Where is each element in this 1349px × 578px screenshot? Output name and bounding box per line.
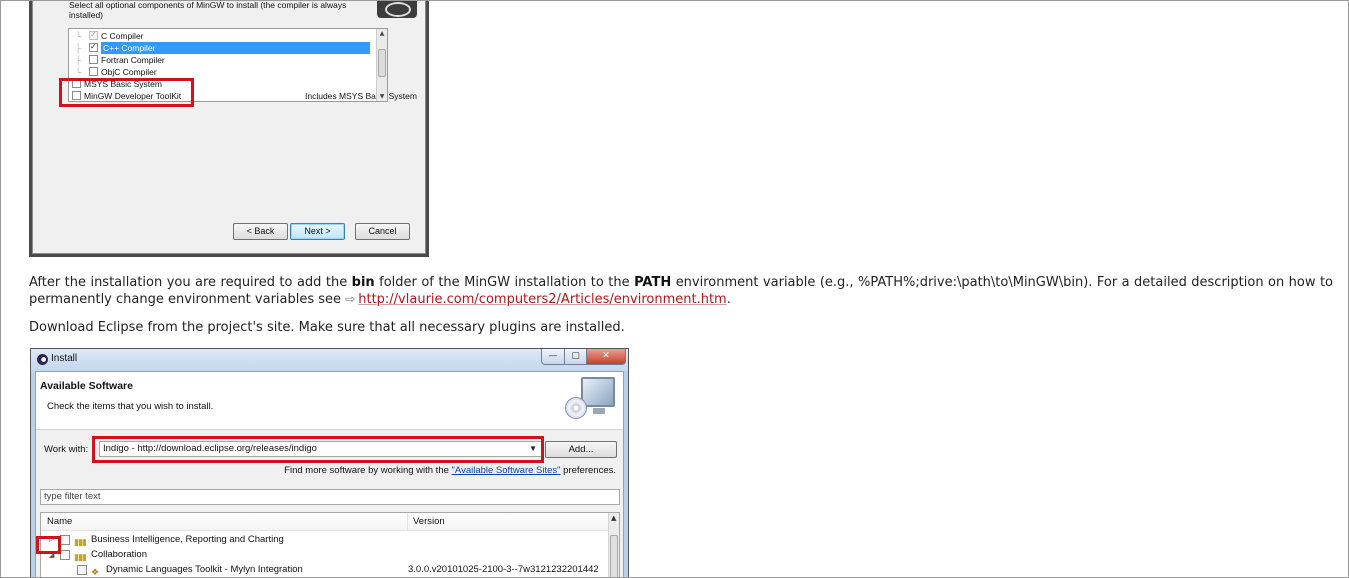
scroll-up-icon[interactable]: ▲ [611, 514, 616, 522]
table-row[interactable]: ❖ Dynamic Languages Toolkit - Mylyn Inte… [41, 563, 606, 577]
column-header-name[interactable]: Name [41, 513, 408, 531]
scroll-thumb[interactable] [378, 49, 386, 77]
close-button[interactable]: ✕ [586, 349, 626, 365]
back-button[interactable]: < Back [233, 223, 288, 240]
window-title: Install [51, 353, 78, 364]
highlight-box [36, 536, 61, 554]
software-table[interactable]: Name Version ▷ ▮▮▮ Business Intelligence… [40, 512, 620, 578]
header-title: Available Software [40, 380, 133, 392]
filter-input[interactable]: type filter text [40, 489, 620, 505]
table-scrollbar[interactable]: ▲ [608, 513, 619, 578]
bin-keyword: bin [351, 275, 375, 290]
installer-logo-icon [377, 0, 417, 18]
category-icon: ▮▮▮ [74, 552, 87, 562]
component-item[interactable]: ├ Fortran Compiler [75, 54, 165, 66]
title-bar[interactable]: Install — ▢ ✕ [31, 349, 628, 371]
table-row[interactable]: ◢ ▮▮▮ Collaboration [41, 548, 606, 562]
environment-link[interactable]: http://vlaurie.com/computers2/Articles/e… [358, 292, 726, 307]
eclipse-icon [37, 354, 48, 365]
external-link-icon: ⇨ [345, 292, 356, 306]
scroll-up-icon[interactable]: ▲ [378, 30, 386, 37]
checkbox-icon[interactable] [89, 67, 98, 76]
scroll-down-icon[interactable]: ▼ [378, 93, 386, 100]
checkbox-icon[interactable] [89, 55, 98, 64]
work-with-label: Work with: [44, 444, 89, 455]
component-item[interactable]: └ ObjC Compiler [75, 66, 157, 78]
instruction-paragraph: After the installation you are required … [29, 275, 1333, 307]
column-header-version[interactable]: Version [408, 513, 610, 531]
checkbox-icon[interactable] [60, 535, 70, 545]
maximize-button[interactable]: ▢ [564, 349, 587, 365]
minimize-button[interactable]: — [541, 349, 565, 365]
add-button[interactable]: Add... [545, 441, 617, 458]
cancel-button[interactable]: Cancel [355, 223, 410, 240]
table-row[interactable]: ▷ ▮▮▮ Business Intelligence, Reporting a… [41, 533, 606, 547]
mingw-installer-window: Select all optional components of MinGW … [32, 0, 426, 254]
cd-icon [565, 397, 587, 419]
checkbox-icon[interactable] [77, 565, 87, 575]
find-more-text: Find more software by working with the "… [284, 465, 616, 476]
eclipse-install-screenshot: Install — ▢ ✕ Available Software Check t… [30, 348, 629, 578]
component-description: Includes MSYS Basic System [305, 91, 417, 101]
component-item[interactable]: └C Compiler [75, 29, 144, 42]
checkbox-icon[interactable] [89, 29, 98, 41]
component-item[interactable]: ├C++ Compiler [75, 41, 405, 54]
plugin-icon: ❖ [91, 567, 100, 577]
scroll-thumb[interactable] [610, 535, 618, 578]
installer-description: Select all optional components of MinGW … [69, 0, 347, 20]
highlight-box [59, 78, 194, 107]
next-button[interactable]: Next > [290, 223, 345, 240]
component-scrollbar[interactable]: ▲ ▼ [376, 29, 387, 101]
mingw-installer-screenshot: Select all optional components of MinGW … [29, 0, 429, 257]
header-subtitle: Check the items that you wish to install… [47, 401, 214, 412]
highlight-box [92, 436, 544, 463]
dialog-header: Available Software Check the items that … [36, 372, 623, 430]
monitor-icon [581, 377, 615, 414]
category-icon: ▮▮▮ [74, 537, 87, 547]
checkbox-icon[interactable] [89, 41, 98, 53]
path-keyword: PATH [634, 275, 672, 290]
download-paragraph: Download Eclipse from the project's site… [29, 320, 625, 335]
checkbox-icon[interactable] [60, 550, 70, 560]
available-software-sites-link[interactable]: "Available Software Sites" [452, 465, 561, 476]
dialog-body: Available Software Check the items that … [35, 371, 624, 578]
